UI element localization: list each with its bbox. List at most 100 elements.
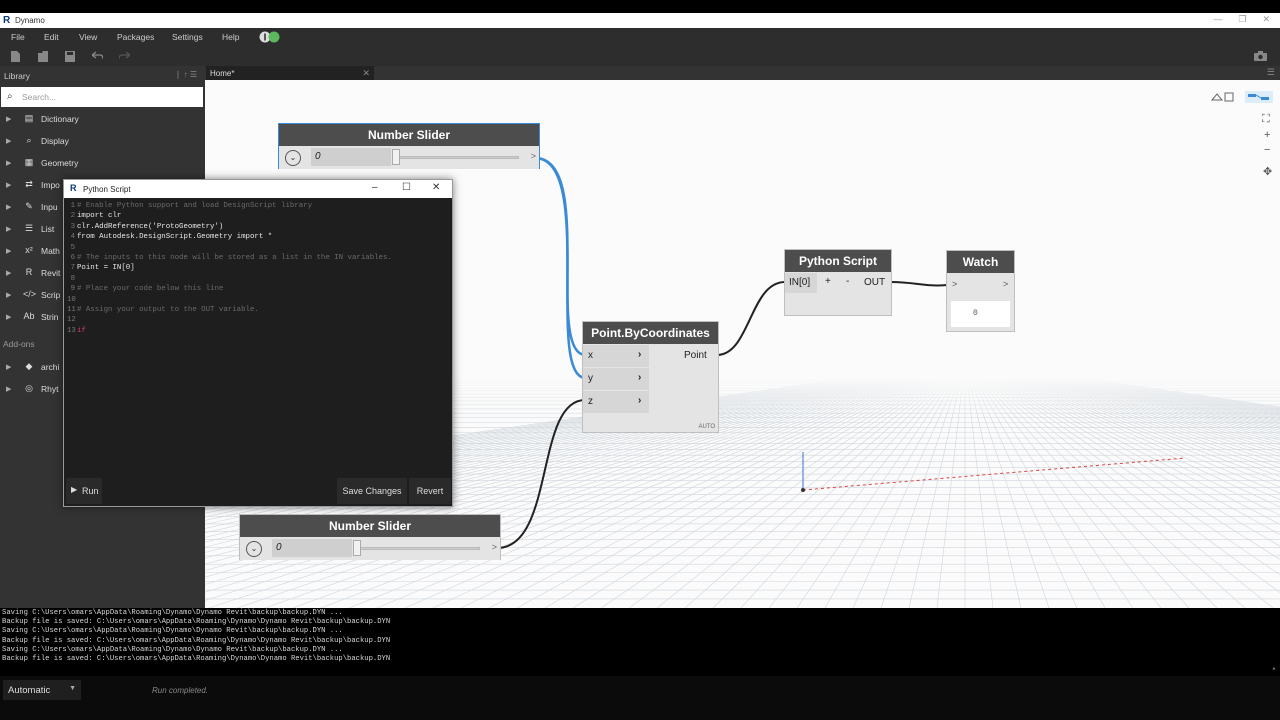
slider-value[interactable]: 0 (272, 539, 352, 557)
run-mode-dropdown[interactable]: Automatic ▼ (3, 680, 81, 700)
watch-value-area: 0 (951, 301, 1010, 327)
zoom-in-icon[interactable]: + (1264, 129, 1270, 141)
close-button[interactable]: ✕ (1262, 14, 1270, 25)
code-line[interactable]: from Autodesk.DesignScript.Geometry impo… (77, 232, 272, 242)
category-label: Scrip (41, 290, 61, 300)
library-category[interactable]: ▶ ▦ Geometry (0, 153, 205, 175)
slider-thumb[interactable] (353, 540, 361, 556)
dynamo-app: R Dynamo — ❐ ✕ File Edit View Packages S… (0, 0, 1280, 720)
new-file-icon[interactable] (11, 51, 20, 62)
geometry-view-toggle-icon[interactable] (1210, 91, 1238, 103)
origin-point (801, 488, 805, 492)
number-slider-node-2[interactable]: Number Slider ⌄ 0 > (239, 514, 501, 560)
save-icon[interactable] (65, 51, 75, 62)
minimize-button[interactable]: — (1213, 14, 1222, 25)
wire-slider-to-y[interactable] (534, 156, 586, 380)
add-input-button[interactable]: + (825, 276, 831, 287)
zoom-out-icon[interactable]: − (1264, 144, 1270, 156)
app-logo-icon: R (70, 183, 77, 193)
menu-packages[interactable]: Packages (117, 32, 154, 42)
menu-settings[interactable]: Settings (172, 32, 203, 42)
wire-python-to-watch[interactable] (890, 281, 948, 287)
editor-close-button[interactable]: ✕ (432, 182, 440, 193)
output-port-point[interactable]: Point (682, 345, 718, 367)
graph-view-toggle-icon[interactable] (1245, 91, 1273, 103)
input-port-x[interactable]: x › (583, 345, 649, 367)
menu-help[interactable]: Help (222, 32, 239, 42)
wire-slider-to-z[interactable] (496, 399, 586, 549)
notification-toggle-icon[interactable] (259, 31, 281, 43)
input-port-in0[interactable]: IN[0] (785, 273, 817, 293)
input-port-y[interactable]: y › (583, 368, 649, 390)
redo-icon[interactable] (119, 51, 130, 61)
point-bycoordinates-node[interactable]: Point.ByCoordinates x › y › z › Point AU… (582, 321, 719, 433)
port-arrow-icon: › (638, 372, 642, 383)
zoom-fit-icon[interactable]: ⛶ (1262, 113, 1270, 126)
tab-menu-icon[interactable]: ☰ (1267, 67, 1275, 78)
input-port-z[interactable]: z › (583, 391, 649, 413)
screenshot-camera-icon[interactable] (1254, 51, 1267, 61)
expand-arrow-icon: ▶ (6, 182, 12, 189)
editor-minimize-button[interactable]: – (372, 182, 378, 193)
code-line[interactable]: # Enable Python support and load DesignS… (77, 201, 312, 211)
slider-track[interactable] (397, 156, 519, 159)
slider-track[interactable] (358, 547, 480, 550)
slider-output-port[interactable]: > (492, 542, 497, 552)
revert-button[interactable]: Revert (409, 478, 451, 504)
code-line[interactable]: Point = IN[0] (77, 263, 135, 273)
slider-output-port[interactable]: > (531, 151, 536, 161)
lacing-indicator[interactable]: AUTO (698, 424, 715, 430)
menu-view[interactable]: View (79, 32, 97, 42)
line-number: 13 (67, 326, 76, 335)
run-button[interactable]: ▶ Run (66, 478, 102, 504)
expand-arrow-icon: ▶ (6, 270, 12, 277)
code-line[interactable]: # The inputs to this node will be stored… (77, 253, 392, 263)
tab-home[interactable]: Home* ✕ (206, 66, 374, 80)
library-view-options-icon[interactable]: ❘ ↑ ☰ (175, 70, 197, 79)
output-port-out[interactable]: OUT (864, 277, 885, 288)
open-file-icon[interactable] (38, 51, 48, 62)
watch-output-port[interactable]: > (1003, 279, 1008, 289)
code-line[interactable]: clr.AddReference('ProtoGeometry') (77, 222, 223, 232)
number-slider-node-1[interactable]: Number Slider ⌄ 0 > (278, 123, 540, 169)
line-number: 7 (70, 264, 75, 273)
wire-slider-to-x[interactable] (534, 156, 586, 357)
watch-node[interactable]: Watch > > 0 (946, 250, 1015, 332)
line-number: 8 (70, 274, 75, 283)
expand-arrow-icon: ▶ (6, 386, 12, 393)
category-icon: R (25, 267, 33, 277)
console-line: Saving C:\Users\omars\AppData\Roaming\Dy… (2, 627, 343, 636)
library-search-input[interactable]: ⌕ Search... (1, 87, 203, 107)
console-scroll-icon[interactable]: ▴ (1272, 665, 1276, 674)
editor-maximize-button[interactable]: ☐ (402, 182, 411, 193)
code-line[interactable]: # Assign your output to the OUT variable… (77, 305, 259, 315)
slider-value[interactable]: 0 (311, 148, 391, 166)
console-output[interactable]: ▴ Saving C:\Users\omars\AppData\Roaming\… (0, 608, 1280, 676)
expand-arrow-icon: ▶ (6, 248, 12, 255)
remove-input-button[interactable]: - (846, 276, 849, 287)
code-line[interactable]: import clr (77, 211, 121, 221)
maximize-button[interactable]: ❐ (1238, 14, 1246, 25)
run-label: Run (82, 486, 99, 496)
save-changes-button[interactable]: Save Changes (337, 478, 407, 504)
wire-point-to-python[interactable] (716, 281, 786, 356)
python-script-node[interactable]: Python Script IN[0] + - OUT (784, 249, 892, 316)
code-line[interactable]: if (77, 326, 86, 336)
pan-icon[interactable]: ✥ (1263, 165, 1272, 178)
tab-close-icon[interactable]: ✕ (362, 68, 370, 79)
addon-icon: ◆ (25, 361, 33, 371)
slider-expand-icon[interactable]: ⌄ (285, 150, 301, 166)
library-category[interactable]: ▶ ⌕ Display (0, 131, 205, 153)
code-editor-area[interactable]: 1 # Enable Python support and load Design… (64, 199, 452, 477)
menu-file[interactable]: File (11, 32, 25, 42)
undo-icon[interactable] (92, 51, 103, 61)
search-placeholder: Search... (22, 92, 57, 102)
menu-edit[interactable]: Edit (44, 32, 59, 42)
console-line: Backup file is saved: C:\Users\omars\App… (2, 618, 391, 627)
slider-thumb[interactable] (392, 149, 400, 165)
watch-input-port[interactable]: > (952, 279, 957, 289)
library-category[interactable]: ▶ ▤ Dictionary (0, 109, 205, 131)
slider-expand-icon[interactable]: ⌄ (246, 541, 262, 557)
window-title: Dynamo (15, 16, 45, 25)
code-line[interactable]: # Place your code below this line (77, 284, 223, 294)
